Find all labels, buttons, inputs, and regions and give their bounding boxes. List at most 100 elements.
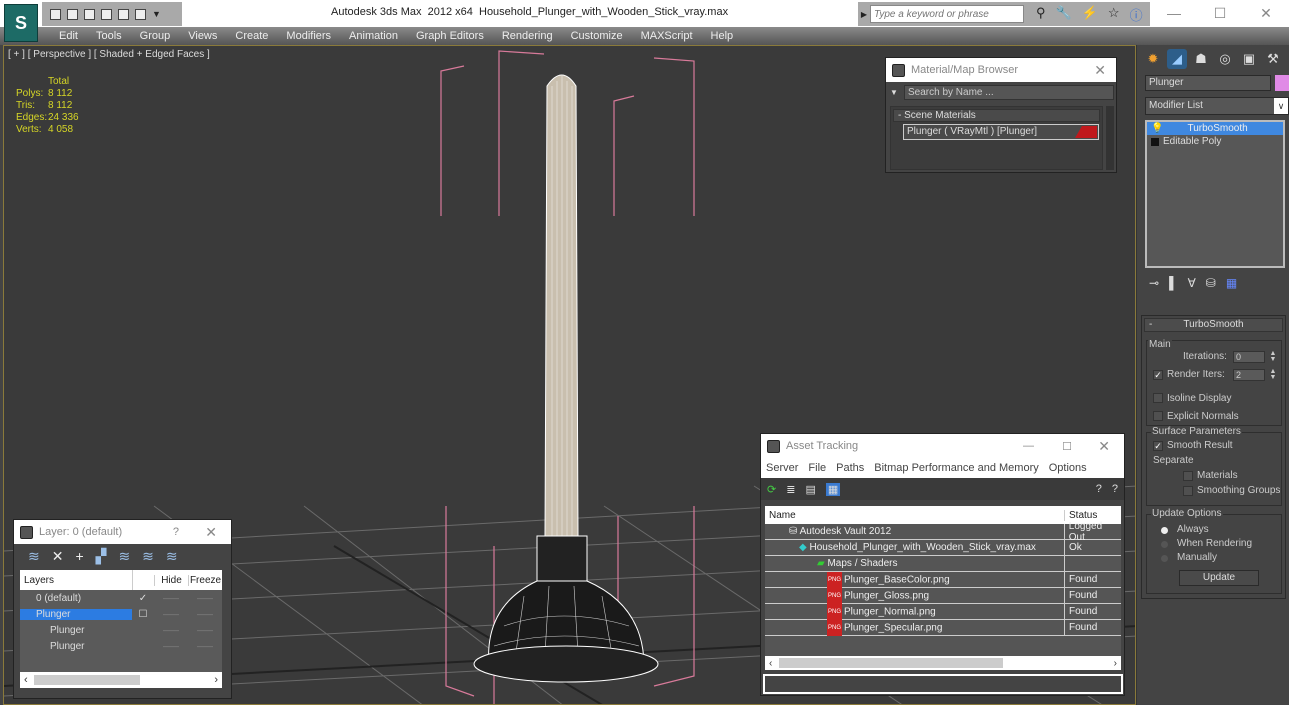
satellite-icon[interactable]: ⚡ [1082, 5, 1098, 24]
modifier-list-dropdown[interactable]: Modifier List ∨ [1145, 97, 1289, 115]
stack-item-turbosmooth[interactable]: 💡 TurboSmooth [1147, 122, 1283, 135]
when-rendering-radio[interactable] [1161, 541, 1168, 548]
current-layer-box-icon[interactable]: ☐ [132, 609, 154, 620]
freeze-toggle[interactable]: —— [188, 626, 222, 635]
menu-views[interactable]: Views [179, 27, 226, 45]
column-name[interactable]: Name [765, 509, 1065, 521]
viewport-label[interactable]: [ + ] [ Perspective ] [ Shaded + Edged F… [8, 49, 210, 60]
minimize-button[interactable]: — [1151, 0, 1197, 27]
list-view-icon[interactable]: ≣ [786, 483, 795, 496]
stack-item-editable-poly[interactable]: Editable Poly [1147, 135, 1283, 148]
hide-all-icon[interactable]: ≋ [142, 548, 154, 565]
key-icon[interactable]: 🔧 [1056, 5, 1072, 24]
freeze-toggle[interactable]: —— [188, 594, 222, 603]
show-end-result-icon[interactable]: ▌ [1169, 276, 1178, 290]
hide-toggle[interactable]: —— [154, 610, 188, 619]
star-icon[interactable]: ☆ [1108, 5, 1120, 24]
smooth-result-checkbox[interactable]: ✓ [1153, 441, 1163, 451]
keyword-search-input[interactable] [870, 5, 1024, 23]
project-icon[interactable] [101, 8, 112, 20]
horizontal-scrollbar[interactable]: ‹ › [765, 656, 1121, 670]
expand-plus-icon[interactable] [1151, 137, 1159, 146]
menu-edit[interactable]: Edit [50, 27, 87, 45]
layer-row[interactable]: Plunger ☐ —— —— [20, 606, 222, 622]
always-radio[interactable] [1161, 527, 1168, 534]
scroll-thumb[interactable] [34, 675, 140, 685]
select-objects-icon[interactable]: ▞ [96, 548, 107, 565]
menu-graph-editors[interactable]: Graph Editors [407, 27, 493, 45]
column-layers[interactable]: Layers [20, 575, 132, 586]
object-row[interactable]: Plunger —— —— [20, 622, 222, 638]
expand-arrow-icon[interactable]: ▶ [858, 10, 870, 19]
hide-toggle[interactable]: —— [154, 642, 188, 651]
column-hide[interactable]: Hide [154, 574, 188, 586]
object-color-swatch[interactable] [1275, 75, 1289, 91]
menu-create[interactable]: Create [226, 27, 277, 45]
object-row[interactable]: Plunger —— —— [20, 638, 222, 654]
path-field[interactable] [763, 674, 1123, 694]
dialog-title-bar[interactable]: Layer: 0 (default) ? ✕ [14, 520, 231, 544]
asset-row[interactable]: PNG Plunger_Specular.png Found [765, 619, 1121, 636]
menu-bitmap-performance[interactable]: Bitmap Performance and Memory [869, 462, 1043, 474]
open-icon[interactable] [50, 8, 61, 20]
column-freeze[interactable]: Freeze [188, 574, 222, 586]
redo-icon[interactable] [118, 8, 129, 20]
modify-tab-icon[interactable]: ◢ [1167, 49, 1187, 69]
explicit-normals-checkbox[interactable] [1153, 411, 1163, 421]
scrollbar[interactable] [1106, 106, 1114, 170]
dialog-title-bar[interactable]: Material/Map Browser ✕ [886, 58, 1116, 82]
search-by-name-input[interactable]: Search by Name ... [904, 84, 1114, 100]
scroll-thumb[interactable] [779, 658, 1003, 668]
utilities-tab-icon[interactable]: ⚒ [1263, 49, 1283, 69]
menu-help[interactable]: Help [702, 27, 743, 45]
remove-modifier-icon[interactable]: ⛁ [1206, 276, 1216, 290]
binoculars-icon[interactable]: ⚲ [1036, 5, 1046, 24]
scene-materials-section[interactable]: - Scene Materials [893, 109, 1100, 122]
display-tab-icon[interactable]: ▣ [1239, 49, 1259, 69]
menu-file[interactable]: File [803, 462, 831, 474]
close-icon[interactable]: ✕ [1098, 438, 1110, 455]
close-icon[interactable]: ✕ [205, 524, 217, 541]
undo-icon[interactable] [84, 8, 95, 20]
asset-row[interactable]: PNG Plunger_Normal.png Found [765, 603, 1121, 620]
freeze-toggle[interactable]: —— [188, 610, 222, 619]
minimize-button[interactable]: — [1023, 440, 1034, 452]
maximize-button[interactable]: ☐ [1062, 440, 1072, 453]
refresh-icon[interactable]: ⟳ [767, 483, 776, 496]
table-view-icon[interactable]: ▦ [825, 482, 841, 496]
modifier-stack[interactable]: 💡 TurboSmooth Editable Poly [1145, 120, 1285, 268]
create-tab-icon[interactable]: ✹ [1143, 49, 1163, 69]
asset-row[interactable]: PNG Plunger_Gloss.png Found [765, 587, 1121, 604]
menu-animation[interactable]: Animation [340, 27, 407, 45]
detail-view-icon[interactable]: ▤ [805, 483, 815, 496]
motion-tab-icon[interactable]: ◎ [1215, 49, 1235, 69]
hide-toggle[interactable]: —— [154, 626, 188, 635]
render-iters-checkbox[interactable]: ✓ [1153, 370, 1163, 380]
select-layer-icon[interactable]: ≋ [118, 548, 130, 565]
spinner-arrows-icon[interactable]: ▲ ▼ [1269, 350, 1277, 363]
manually-radio[interactable] [1161, 555, 1168, 562]
close-icon[interactable]: ✕ [1094, 62, 1106, 79]
menu-modifiers[interactable]: Modifiers [277, 27, 340, 45]
menu-tools[interactable]: Tools [87, 27, 131, 45]
smoothing-groups-checkbox[interactable] [1183, 486, 1193, 496]
current-layer-check-icon[interactable]: ✓ [132, 593, 154, 604]
asset-row[interactable]: ⛁ Autodesk Vault 2012 Logged Out [765, 521, 1121, 543]
menu-options[interactable]: Options [1044, 462, 1092, 474]
app-menu-logo-icon[interactable]: S [4, 4, 38, 42]
scroll-right-icon[interactable]: › [214, 674, 218, 686]
scroll-left-icon[interactable]: ‹ [24, 674, 28, 686]
chevron-down-icon[interactable]: ∨ [1274, 98, 1288, 114]
menu-server[interactable]: Server [761, 462, 803, 474]
freeze-toggle[interactable]: —— [188, 642, 222, 651]
help-icon[interactable]: ⓘ [1130, 5, 1143, 24]
make-unique-icon[interactable]: ∀ [1188, 276, 1196, 290]
close-button[interactable]: ✕ [1243, 0, 1289, 27]
object-name-field[interactable]: Plunger [1145, 75, 1271, 91]
material-item[interactable]: Plunger ( VRayMtl ) [Plunger] [903, 124, 1099, 140]
hold-icon[interactable] [135, 8, 146, 20]
hierarchy-tab-icon[interactable]: ☗ [1191, 49, 1211, 69]
rollout-header[interactable]: - TurboSmooth [1144, 318, 1283, 332]
pin-stack-icon[interactable]: ⊸ [1149, 276, 1159, 290]
iterations-spinner[interactable]: 0 [1233, 351, 1265, 363]
